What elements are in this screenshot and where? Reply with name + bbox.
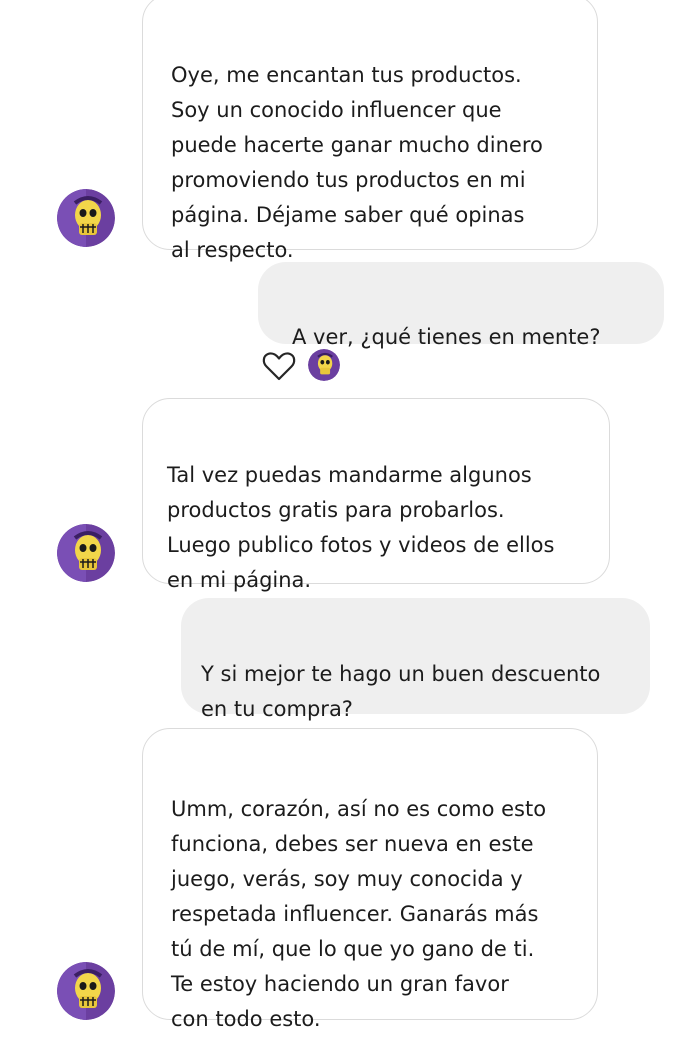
sender-avatar[interactable]: [57, 524, 115, 582]
heart-outline-icon[interactable]: [262, 350, 296, 382]
message-text: Umm, corazón, así no es como esto funcio…: [171, 797, 547, 1031]
skull-face-avatar-icon: [57, 189, 115, 247]
message-bubble-incoming[interactable]: Umm, corazón, así no es como esto funcio…: [142, 728, 598, 1031]
sender-avatar[interactable]: [57, 962, 115, 1020]
message-bubble-incoming[interactable]: Tal vez puedas mandarme algunos producto…: [142, 398, 610, 592]
message-text: Tal vez puedas mandarme algunos producto…: [167, 463, 555, 592]
skull-face-avatar-icon: [57, 962, 115, 1020]
message-text: Y si mejor te hago un buen descuento en …: [201, 662, 601, 721]
message-bubble-outgoing[interactable]: A ver, ¿qué tienes en mente?: [258, 262, 664, 349]
reaction-avatar: [308, 349, 340, 381]
message-text: Oye, me encantan tus productos. Soy un c…: [171, 63, 543, 262]
message-text: A ver, ¿qué tienes en mente?: [292, 325, 601, 349]
message-bubble-incoming[interactable]: Oye, me encantan tus productos. Soy un c…: [142, 0, 598, 262]
skull-face-avatar-icon: [308, 349, 340, 381]
skull-face-avatar-icon: [57, 524, 115, 582]
message-bubble-outgoing[interactable]: Y si mejor te hago un buen descuento en …: [181, 598, 650, 721]
sender-avatar[interactable]: [57, 189, 115, 247]
